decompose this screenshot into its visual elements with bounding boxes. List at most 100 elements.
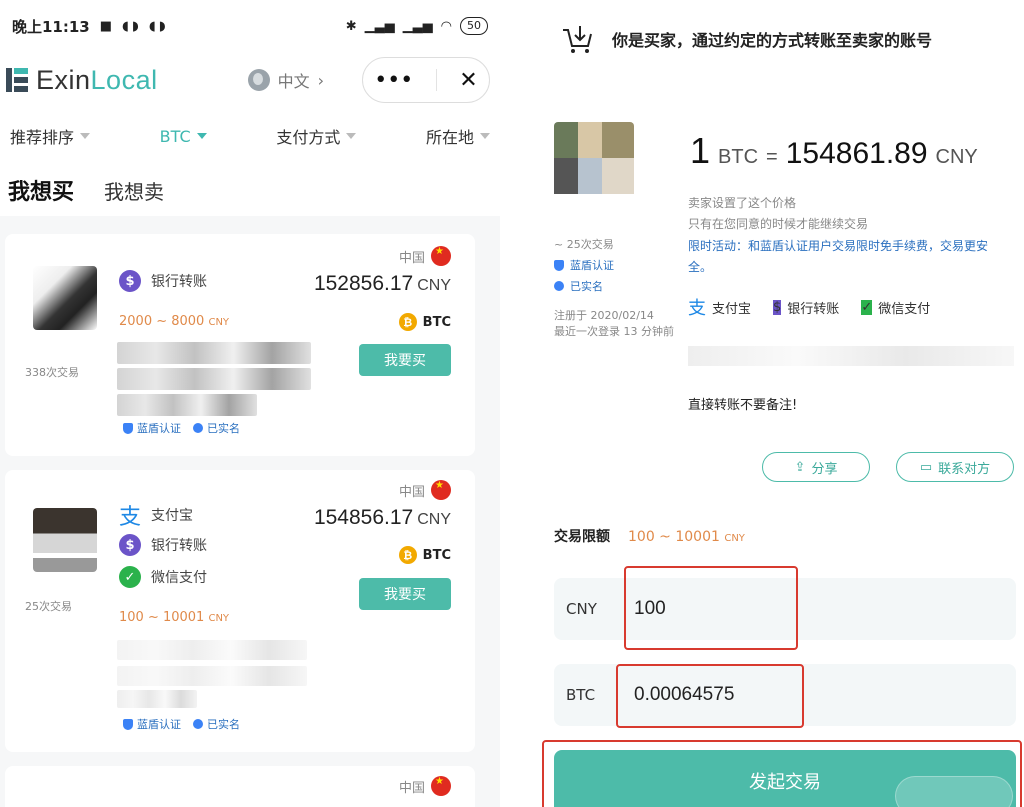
trade-detail-screen: 你是买家，通过约定的方式转账至卖家的账号 ~ 25次交易 蓝盾认证 已实名 注册… xyxy=(540,0,1024,807)
status-bar: 晚上11:13 ■ ◖◗ ◖◗ ✱ ▁▃▅ ▁▃▅ ◠ 50 xyxy=(0,0,500,52)
redacted-info xyxy=(117,690,197,708)
dropdown-triangle-icon xyxy=(480,133,490,139)
cny-input[interactable] xyxy=(630,589,930,629)
realname-label: 已实名 xyxy=(207,422,240,435)
realname-badge: 已实名 xyxy=(193,716,240,732)
offer-price: 152856.17 CNY xyxy=(314,272,451,296)
dropdown-triangle-icon xyxy=(196,133,207,139)
btc-label: BTC xyxy=(566,686,596,704)
language-label: 中文 xyxy=(277,72,310,91)
trade-limit-label: 交易限额 xyxy=(554,529,610,545)
payment-label: 银行转账 xyxy=(151,538,207,554)
seller-avatar xyxy=(33,266,97,330)
btc-input[interactable] xyxy=(630,675,930,715)
cart-download-icon xyxy=(563,26,592,53)
miniapp-capsule: ••• ✕ xyxy=(362,57,490,103)
coin-label: BTC xyxy=(422,547,451,563)
more-menu-button[interactable]: ••• xyxy=(374,68,413,93)
trade-limit-value: 100 ~ 10001 CNY xyxy=(628,529,745,545)
filter-location[interactable]: 所在地 xyxy=(426,124,490,148)
trade-tabs: 我想买 我想卖 xyxy=(0,164,500,216)
close-button[interactable]: ✕ xyxy=(459,68,477,93)
promo-text: 限时活动：和蓝盾认证用户交易限时免手续费，交易更安全。 xyxy=(688,239,989,274)
verify-badge: 蓝盾认证 xyxy=(554,257,614,273)
trade-limit: 交易限额 100 ~ 10001 CNY xyxy=(554,526,745,546)
verify-label: 蓝盾认证 xyxy=(137,718,181,731)
country-label: 中国 xyxy=(398,250,425,266)
exinlocal-logo: Exin Local xyxy=(6,65,158,96)
price-currency: CNY xyxy=(417,511,451,528)
status-time: 晚上11:13 xyxy=(12,17,90,36)
payment-label: 银行转账 xyxy=(151,274,207,290)
offer-card-1[interactable]: 338次交易 中国 $ 银行转账 152856.17CNY 2000 ~ 8000… xyxy=(5,234,475,456)
seller-trade-count: 338次交易 xyxy=(25,366,79,379)
payment-method: 支支付宝 xyxy=(119,504,193,530)
price-value: 154856.17 xyxy=(313,506,414,529)
seller-country: 中国 xyxy=(399,480,451,500)
bitcoin-icon: ₿ xyxy=(398,313,417,331)
rate-equals: = xyxy=(766,146,778,168)
app-header: Exin Local 中文 › ••• ✕ xyxy=(0,52,500,108)
offer-limit: 100 ~ 10001 CNY xyxy=(119,610,229,625)
signal-icon: ▁▃▅ xyxy=(364,18,395,34)
seller-trade-count: ~ 25次交易 xyxy=(554,238,614,251)
seller-country: 中国 xyxy=(399,246,451,266)
btc-amount-field[interactable]: BTC xyxy=(554,664,1016,726)
redacted-info xyxy=(117,640,307,660)
offer-card-3[interactable]: 中国 xyxy=(5,766,475,807)
seller-remark: 直接转账不要备注! xyxy=(688,398,798,413)
limit-currency: CNY xyxy=(208,317,230,328)
offer-coin: ₿ BTC xyxy=(398,546,451,564)
country-label: 中国 xyxy=(398,484,425,500)
tab-buy[interactable]: 我想买 xyxy=(8,174,74,206)
payment-method-alipay: 支支付宝 xyxy=(688,294,751,320)
wechat-icon: ✓ xyxy=(861,299,873,315)
seller-country: 中国 xyxy=(399,776,451,796)
rate-currency: CNY xyxy=(935,146,978,168)
seller-badges: 蓝盾认证 已实名 xyxy=(123,716,240,732)
realname-label: 已实名 xyxy=(207,718,240,731)
filter-coin[interactable]: BTC xyxy=(160,127,207,146)
share-button[interactable]: ⇪ 分享 xyxy=(762,452,870,482)
filter-sort[interactable]: 推荐排序 xyxy=(10,124,91,148)
limit-currency: CNY xyxy=(208,613,230,624)
verify-label: 蓝盾认证 xyxy=(137,422,181,435)
limit-value: 100 ~ 10001 xyxy=(119,610,205,625)
bank-icon: $ xyxy=(119,270,141,292)
rate-price: 154861.89 xyxy=(785,137,928,170)
capsule-divider xyxy=(435,69,437,91)
payment-label: 微信支付 xyxy=(151,570,207,586)
agree-note: 只有在您同意的时候才能继续交易 xyxy=(688,217,869,231)
bank-icon: $ xyxy=(773,299,782,315)
language-switch[interactable]: 中文 › xyxy=(247,68,324,92)
realname-label: 已实名 xyxy=(570,280,603,293)
verified-icon xyxy=(193,423,203,433)
cny-amount-field[interactable]: CNY xyxy=(554,578,1016,640)
filter-bar: 推荐排序 BTC 支付方式 所在地 xyxy=(0,108,500,164)
dropdown-triangle-icon xyxy=(80,133,91,139)
buyer-instruction-text: 你是买家，通过约定的方式转账至卖家的账号 xyxy=(612,31,933,50)
seller-badges: 蓝盾认证 已实名 xyxy=(123,420,240,436)
contact-button[interactable]: ▭ 联系对方 xyxy=(896,452,1014,482)
price-currency: CNY xyxy=(417,277,451,294)
payment-method-wechat: ✓ 微信支付 xyxy=(861,294,930,320)
globe-icon xyxy=(247,69,270,91)
offer-card-2[interactable]: 25次交易 中国 支支付宝 $银行转账 ✓微信支付 154856.17CNY ₿… xyxy=(5,470,475,752)
bank-icon: $ xyxy=(119,534,141,556)
redacted-info xyxy=(117,394,257,416)
price-note: 卖家设置了这个价格 xyxy=(688,196,797,210)
offer-limit: 2000 ~ 8000 CNY xyxy=(119,314,229,329)
redacted-info xyxy=(117,342,311,364)
payment-method: $ 银行转账 xyxy=(119,534,207,556)
tab-sell[interactable]: 我想卖 xyxy=(104,176,164,205)
buy-button[interactable]: 我要买 xyxy=(359,578,451,610)
coin-label: BTC xyxy=(422,314,451,330)
share-icon: ⇪ xyxy=(794,459,806,475)
buy-button[interactable]: 我要买 xyxy=(359,344,451,376)
exchange-rate: 1 BTC = 154861.89 CNY xyxy=(690,130,978,172)
filter-payment[interactable]: 支付方式 xyxy=(276,124,357,148)
seller-avatar xyxy=(33,508,97,572)
share-label: 分享 xyxy=(811,461,838,477)
status-notification-icons: ■ ◖◗ ◖◗ xyxy=(99,18,169,34)
shield-icon xyxy=(123,718,133,730)
